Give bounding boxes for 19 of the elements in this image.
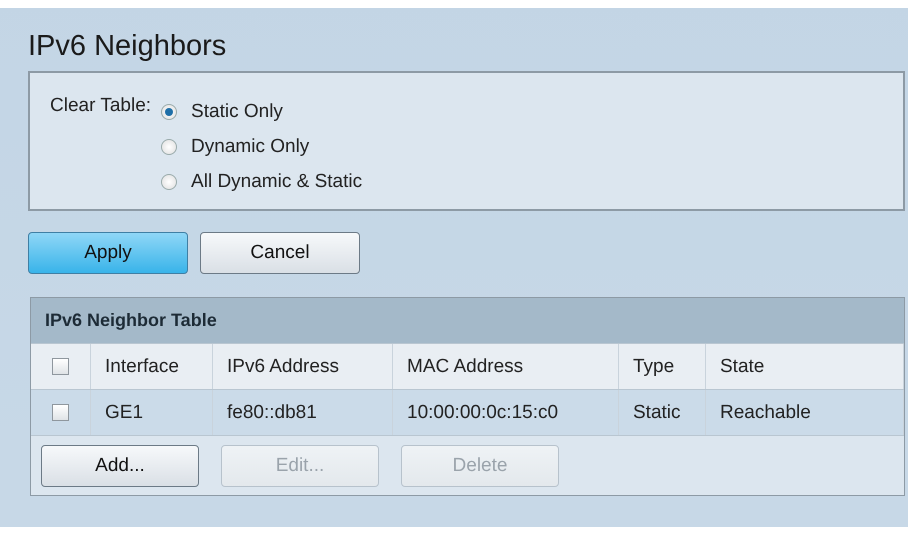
radio-label[interactable]: Dynamic Only: [191, 136, 310, 158]
table-cell: Static: [619, 390, 706, 435]
apply-button[interactable]: Apply: [28, 232, 188, 274]
radio-label[interactable]: All Dynamic & Static: [191, 170, 362, 192]
radio-button[interactable]: [161, 138, 178, 154]
radio-button[interactable]: [161, 104, 178, 120]
checkbox[interactable]: [52, 404, 69, 421]
add-button[interactable]: Add...: [41, 445, 199, 487]
field-label: Clear Table:: [50, 95, 152, 118]
checkbox[interactable]: [52, 358, 69, 375]
table-title: IPv6 Neighbor Table: [31, 298, 904, 343]
radio-label[interactable]: Static Only: [191, 100, 283, 122]
table-cell: Reachable: [706, 390, 904, 435]
page-title: IPv6 Neighbors: [28, 29, 228, 64]
table-cell: GE1: [91, 390, 213, 435]
cancel-button[interactable]: Cancel: [200, 232, 360, 274]
table-cell: 10:00:00:0c:15:c0: [393, 390, 619, 435]
radio-button[interactable]: [161, 174, 178, 190]
table-cell: fe80::db81: [213, 390, 393, 435]
